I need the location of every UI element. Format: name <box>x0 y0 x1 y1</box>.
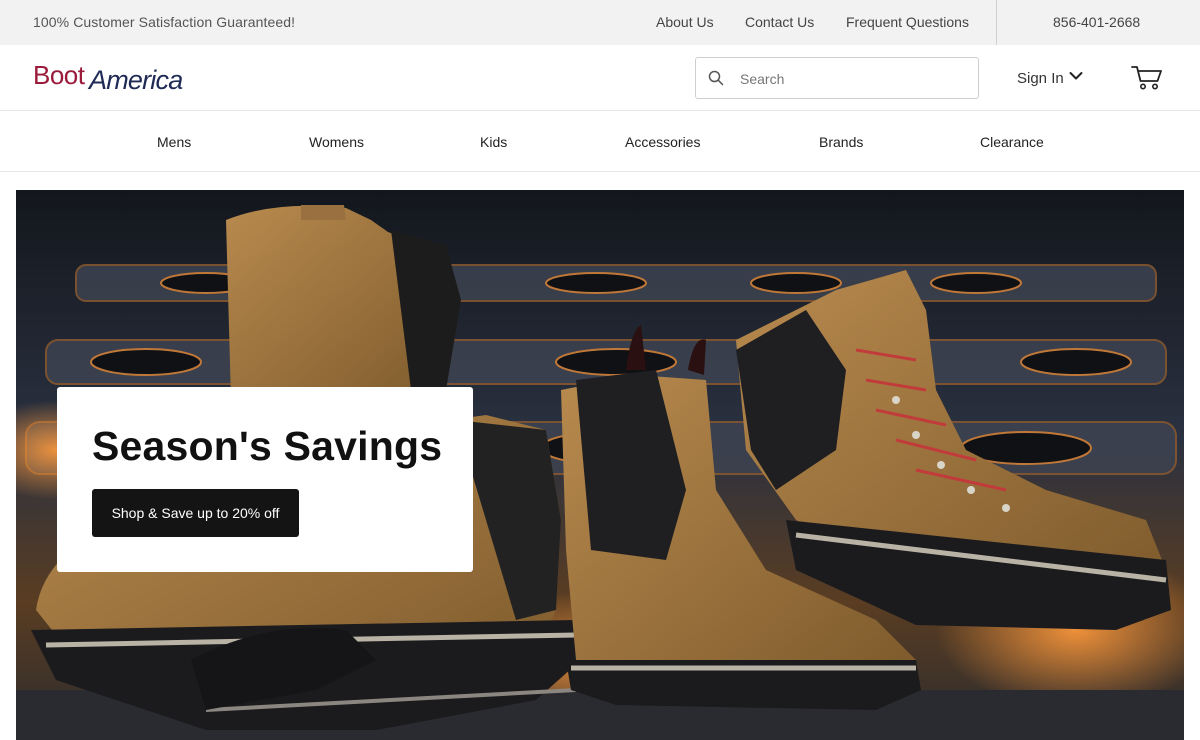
sign-in-link[interactable]: Sign In <box>1017 70 1064 87</box>
phone-number[interactable]: 856-401-2668 <box>1053 14 1140 30</box>
nav-kids[interactable]: Kids <box>480 134 507 150</box>
promo-card: Season's Savings Shop & Save up to 20% o… <box>57 387 473 572</box>
site-header: Boot America Sign In <box>0 45 1200 111</box>
satisfaction-promo-text: 100% Customer Satisfaction Guaranteed! <box>33 14 296 30</box>
nav-brands[interactable]: Brands <box>819 134 863 150</box>
topbar-divider <box>996 0 997 45</box>
chevron-down-icon[interactable] <box>1069 69 1083 83</box>
search-icon <box>708 70 724 86</box>
logo-america-text: America <box>89 65 183 95</box>
search-box[interactable] <box>695 57 979 99</box>
nav-clearance[interactable]: Clearance <box>980 134 1044 150</box>
contact-us-link[interactable]: Contact Us <box>745 14 814 30</box>
top-utility-bar: 100% Customer Satisfaction Guaranteed! A… <box>0 0 1200 45</box>
shop-and-save-button[interactable]: Shop & Save up to 20% off <box>92 489 299 537</box>
logo-boot-text: Boot <box>33 60 85 90</box>
nav-accessories[interactable]: Accessories <box>625 134 700 150</box>
search-input[interactable] <box>740 68 960 90</box>
frequent-questions-link[interactable]: Frequent Questions <box>846 14 969 30</box>
hero-headline: Season's Savings <box>92 423 443 469</box>
about-us-link[interactable]: About Us <box>656 14 714 30</box>
cart-icon[interactable] <box>1131 65 1163 91</box>
nav-mens[interactable]: Mens <box>157 134 191 150</box>
hero-banner[interactable]: Season's Savings Shop & Save up to 20% o… <box>16 190 1184 740</box>
boot-america-logo[interactable]: Boot America <box>33 60 193 96</box>
nav-womens[interactable]: Womens <box>309 134 364 150</box>
category-nav: Mens Womens Kids Accessories Brands Clea… <box>0 112 1200 172</box>
